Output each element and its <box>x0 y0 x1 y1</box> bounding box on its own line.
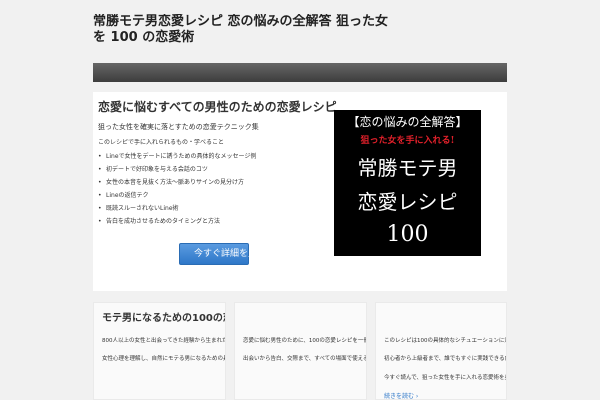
cover-tagline: 狙った女を手に入れる! <box>360 136 455 146</box>
hero-heading: 恋愛に悩むすべての男性のための恋愛レシピ <box>98 100 337 114</box>
feature-list-item: 既読スルーされないLine術 <box>98 202 323 215</box>
card-text: 恋愛に悩む男性のために、100の恋愛レシピを一冊にまとめました。 <box>243 338 367 344</box>
card-text: 800人以上の女性と出会ってきた経験から生まれた恋愛テクニックを紹介します。 <box>102 338 225 344</box>
card-text: 初心者から上級者まで、誰でもすぐに実践できる内容になっています。 <box>384 356 506 362</box>
read-more-link[interactable]: 続きを読む › <box>384 391 418 399</box>
feature-list-item: 初デートで好印象を与える会話のコツ <box>98 163 323 176</box>
site-title[interactable]: 常勝モテ男恋愛レシピ 恋の悩みの全解答 狙った女を 100 の恋愛術 <box>93 14 393 46</box>
hero-subheading: このレシピで手に入れられるもの・学べること <box>98 139 225 146</box>
card-text: 女性心理を理解し、自然にモテる男になるための具体的な方法をお伝えします。 <box>102 356 225 362</box>
card-text: 出会いから告白、交際まで、すべての場面で使えるテクニックが満載です。 <box>243 356 366 362</box>
details-button[interactable]: 今すぐ詳細を見る <box>179 243 266 265</box>
hero-lead-text: 狙った女性を確実に落とすための恋愛テクニック集 <box>98 123 259 131</box>
cover-subtitle: 【恋の悩みの全解答】 <box>347 115 468 129</box>
info-card: このレシピは100の具体的なシチュエーションに対応した恋愛の教科書です。 初心者… <box>375 302 507 400</box>
info-card: 恋愛に悩む男性のために、100の恋愛レシピを一冊にまとめました。 出会いから告白… <box>234 302 367 400</box>
feature-list-item: Lineの返信テク <box>98 189 323 202</box>
navigation-bar <box>93 63 507 82</box>
book-cover-image: 【恋の悩みの全解答】 狙った女を手に入れる! 常勝モテ男 恋愛レシピ 100 <box>334 110 481 256</box>
feature-list-item: Lineで女性をデートに誘うための具体的なメッセージ例 <box>98 150 323 163</box>
cover-title-line-1: 常勝モテ男 <box>357 156 458 180</box>
info-card: モテ男になるための100の恋愛術 800人以上の女性と出会ってきた経験から生まれ… <box>93 302 226 400</box>
feature-list-item: 告白を成功させるためのタイミングと方法 <box>98 215 323 228</box>
feature-list-item: 女性の本音を見抜く方法〜脈ありサインの見分け方 <box>98 176 323 189</box>
feature-list: Lineで女性をデートに誘うための具体的なメッセージ例 初デートで好印象を与える… <box>98 150 323 228</box>
card-text: 今すぐ読んで、狙った女性を手に入れる恋愛術を身につけましょう。100のレシピ。 <box>384 375 506 381</box>
hero-section: 恋愛に悩むすべての男性のための恋愛レシピ 狙った女性を確実に落とすための恋愛テク… <box>93 92 507 291</box>
cover-number: 100 <box>386 222 429 247</box>
card-text: このレシピは100の具体的なシチュエーションに対応した恋愛の教科書です。 <box>384 338 506 344</box>
card-title: モテ男になるための100の恋愛術 <box>102 313 225 324</box>
cover-title-line-2: 恋愛レシピ <box>357 190 458 214</box>
